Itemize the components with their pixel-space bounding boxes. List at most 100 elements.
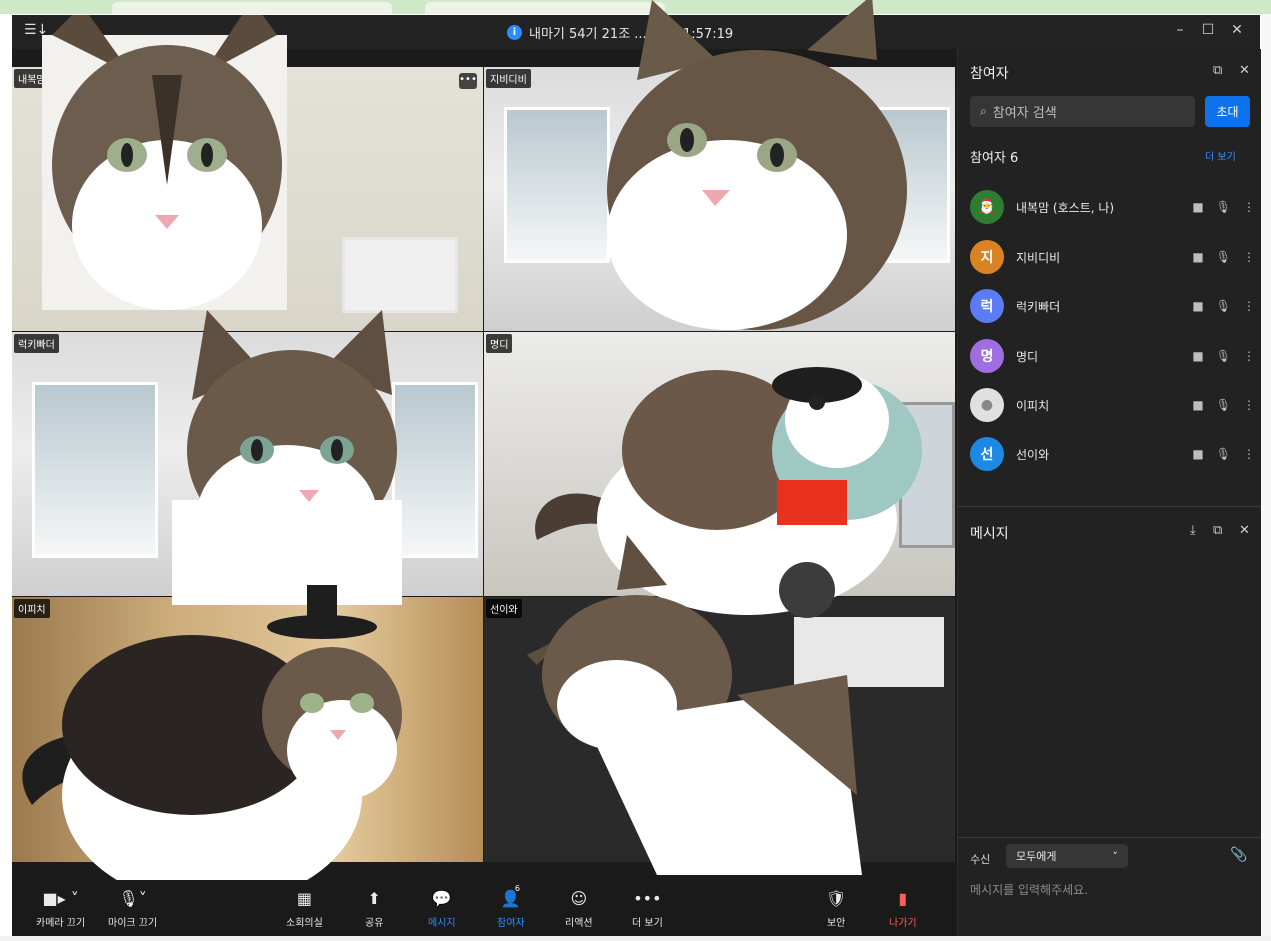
participant-name: 내복맘 (호스트, 나) bbox=[1016, 200, 1115, 215]
participant-row[interactable]: 선 선이와 ■ 🎙 ⋮ bbox=[970, 437, 1255, 471]
video-camera-icon[interactable]: ■ bbox=[1192, 447, 1203, 461]
kebab-menu-icon[interactable]: ⋮ bbox=[1243, 447, 1255, 461]
video-camera-icon[interactable]: ■ bbox=[1192, 299, 1203, 313]
microphone-icon[interactable]: 🎙 bbox=[1216, 349, 1231, 363]
participants-button[interactable]: 👤 6 참여자 bbox=[497, 884, 525, 929]
participant-name: 명디 bbox=[1016, 349, 1039, 364]
mic-button[interactable]: 🎙˅ 마이크 끄기 bbox=[108, 886, 158, 930]
kebab-menu-icon[interactable]: ⋮ bbox=[1243, 398, 1255, 412]
microphone-icon[interactable]: 🎙 bbox=[1216, 398, 1231, 412]
avatar-default-icon: ● bbox=[970, 388, 1004, 422]
recipient-label: 수신 bbox=[970, 853, 991, 866]
avatar: 지 bbox=[970, 240, 1004, 274]
participant-row[interactable]: 명 명디 ■ 🎙 ⋮ bbox=[970, 339, 1255, 373]
video-camera-icon[interactable]: ■ bbox=[1192, 200, 1203, 214]
share-button[interactable]: ⬆ 공유 bbox=[365, 886, 384, 930]
popout-icon[interactable]: ⧉ bbox=[1213, 63, 1222, 78]
cat-gat-image bbox=[22, 585, 402, 910]
participant-search-input[interactable]: ⌕ 참여자 검색 bbox=[970, 96, 1195, 127]
video-camera-icon[interactable]: ■ bbox=[1192, 349, 1203, 363]
kebab-menu-icon[interactable]: ⋮ bbox=[1243, 250, 1255, 264]
reactions-button[interactable]: ☺ 리액션 bbox=[565, 886, 593, 930]
participant-row[interactable]: 럭 럭키빠더 ■ 🎙 ⋮ bbox=[970, 289, 1255, 323]
leave-door-icon: ▮ bbox=[898, 888, 908, 908]
close-panel-icon[interactable]: ✕ bbox=[1239, 523, 1250, 538]
participant-row[interactable]: 🎅 내복맘 (호스트, 나) ■ 🎙 ⋮ bbox=[970, 190, 1255, 224]
window bbox=[392, 382, 478, 558]
cat-chubby-image bbox=[607, 0, 907, 330]
maximize-button[interactable]: ☐ bbox=[1198, 22, 1218, 38]
chat-label: 메시지 bbox=[428, 918, 456, 929]
tile-name-label: 명디 bbox=[486, 334, 513, 353]
kebab-menu-icon[interactable]: ⋮ bbox=[1243, 349, 1255, 363]
background-page bbox=[1262, 14, 1271, 941]
panel-divider bbox=[958, 506, 1261, 507]
participant-name: 지비디비 bbox=[1016, 250, 1061, 265]
tile-name-label: 럭키빠더 bbox=[14, 334, 59, 353]
meeting-window: ☰↓ i 내마기 54기 21조 ...모임 01:57:19 – ☐ ✕ 내복… bbox=[12, 0, 1261, 936]
avatar: 명 bbox=[970, 339, 1004, 373]
popout-icon[interactable]: ⧉ bbox=[1213, 523, 1222, 538]
microphone-icon: 🎙˅ bbox=[118, 888, 147, 908]
microphone-icon[interactable]: 🎙 bbox=[1216, 447, 1231, 461]
close-panel-icon[interactable]: ✕ bbox=[1239, 63, 1250, 78]
participant-name: 이피치 bbox=[1016, 398, 1050, 413]
browser-tab[interactable] bbox=[112, 2, 392, 14]
video-camera-icon[interactable]: ■ bbox=[1192, 398, 1203, 412]
window bbox=[32, 382, 158, 558]
kebab-menu-icon[interactable]: ⋮ bbox=[1243, 299, 1255, 313]
camera-button[interactable]: ■▸ ˅ 카메라 끄기 bbox=[36, 886, 86, 930]
breakout-rooms-button[interactable]: ▦ 소회의실 bbox=[286, 886, 323, 930]
participants-count: 참여자 6 bbox=[970, 151, 1019, 166]
security-label: 보안 bbox=[826, 918, 846, 929]
invite-button[interactable]: 초대 bbox=[1205, 96, 1250, 127]
more-options-icon[interactable]: ••• bbox=[459, 73, 477, 89]
camera-icon: ■▸ ˅ bbox=[42, 888, 79, 908]
close-button[interactable]: ✕ bbox=[1227, 22, 1247, 38]
participants-label: 참여자 bbox=[497, 918, 525, 929]
cat-sitting-image bbox=[172, 310, 402, 605]
participant-row[interactable]: ● 이피치 ■ 🎙 ⋮ bbox=[970, 388, 1255, 422]
participants-icon: 👤 6 bbox=[500, 884, 521, 908]
participant-row[interactable]: 지 지비디비 ■ 🎙 ⋮ bbox=[970, 240, 1255, 274]
minimize-button[interactable]: – bbox=[1170, 22, 1190, 38]
more-button[interactable]: ••• 더 보기 bbox=[632, 886, 663, 930]
leave-label: 나가기 bbox=[889, 918, 917, 929]
recipient-select[interactable]: 모두에게 ˅ bbox=[1006, 844, 1128, 868]
kebab-menu-icon[interactable]: ⋮ bbox=[1243, 200, 1255, 214]
security-button[interactable]: 🛡 보안 bbox=[826, 886, 847, 930]
reactions-label: 리액션 bbox=[565, 918, 593, 929]
message-input[interactable]: 메시지를 입력해주세요. bbox=[970, 881, 1088, 898]
participant-name: 럭키빠더 bbox=[1016, 299, 1061, 314]
cat-grooming-image bbox=[527, 535, 862, 875]
ellipsis-icon: ••• bbox=[633, 888, 662, 908]
leave-button[interactable]: ▮ 나가기 bbox=[889, 886, 917, 930]
side-panel: 참여자 ⧉ ✕ ⌕ 참여자 검색 초대 참여자 6 더 보기 🎅 내복맘 (호스… bbox=[957, 49, 1261, 936]
microphone-icon[interactable]: 🎙 bbox=[1216, 250, 1231, 264]
share-label: 공유 bbox=[365, 918, 384, 929]
avatar: 🎅 bbox=[970, 190, 1004, 224]
background-page-bottom bbox=[0, 936, 1271, 941]
breakout-rooms-icon: ▦ bbox=[296, 888, 312, 908]
shield-icon: 🛡 bbox=[826, 888, 847, 908]
smiley-icon: ☺ bbox=[570, 888, 588, 908]
microphone-icon[interactable]: 🎙 bbox=[1216, 200, 1231, 214]
more-label: 더 보기 bbox=[632, 918, 663, 929]
download-icon[interactable]: ⤓ bbox=[1190, 523, 1196, 538]
attachment-icon[interactable]: 📎 bbox=[1230, 847, 1247, 863]
chat-button[interactable]: 💬 메시지 bbox=[428, 886, 456, 930]
microphone-icon[interactable]: 🎙 bbox=[1216, 299, 1231, 313]
mic-label: 마이크 끄기 bbox=[108, 918, 158, 929]
info-icon: i bbox=[507, 25, 522, 40]
panel-divider bbox=[958, 837, 1261, 838]
window bbox=[504, 107, 610, 263]
more-link[interactable]: 더 보기 bbox=[1205, 148, 1236, 163]
participants-count-badge: 6 bbox=[514, 884, 520, 893]
camera-label: 카메라 끄기 bbox=[36, 918, 86, 929]
video-camera-icon[interactable]: ■ bbox=[1192, 250, 1203, 264]
share-screen-icon: ⬆ bbox=[367, 888, 381, 908]
search-icon: ⌕ bbox=[980, 104, 987, 118]
participant-name: 선이와 bbox=[1016, 447, 1050, 462]
recipient-value: 모두에게 bbox=[1016, 850, 1057, 863]
chat-bubble-icon: 💬 bbox=[431, 888, 452, 908]
